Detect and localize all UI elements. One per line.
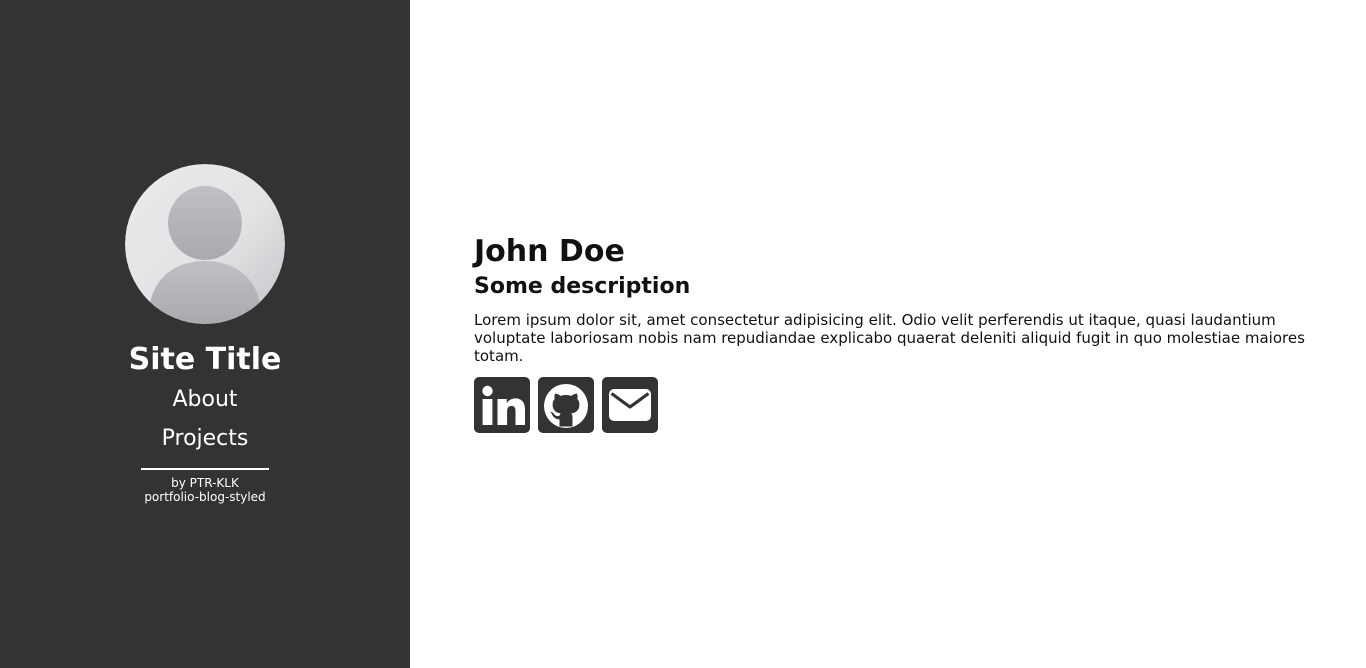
profile-description: Some description bbox=[474, 274, 691, 299]
github-link[interactable] bbox=[538, 377, 594, 433]
main-content: John Doe Some description Lorem ipsum do… bbox=[410, 0, 1366, 668]
credits-project[interactable]: portfolio-blog-styled bbox=[144, 490, 265, 504]
nav-link-projects[interactable]: Projects bbox=[162, 419, 249, 458]
sidebar: Site Title About Projects by PTR-KLK por… bbox=[0, 0, 410, 668]
social-links bbox=[474, 377, 1326, 433]
email-link[interactable] bbox=[602, 377, 658, 433]
page-layout: Site Title About Projects by PTR-KLK por… bbox=[0, 0, 1366, 668]
sidebar-divider bbox=[141, 468, 269, 470]
credits-author[interactable]: by PTR-KLK bbox=[144, 476, 265, 490]
nav-link-about[interactable]: About bbox=[172, 380, 237, 419]
linkedin-icon bbox=[482, 385, 525, 425]
site-title[interactable]: Site Title bbox=[129, 342, 282, 378]
credits: by PTR-KLK portfolio-blog-styled bbox=[144, 476, 265, 504]
linkedin-link[interactable] bbox=[474, 377, 530, 433]
profile-name: John Doe bbox=[474, 234, 625, 269]
envelope-icon bbox=[609, 389, 651, 421]
sidebar-nav: About Projects bbox=[162, 380, 249, 458]
avatar bbox=[125, 164, 285, 324]
github-icon bbox=[544, 384, 588, 428]
profile-bio: Lorem ipsum dolor sit, amet consectetur … bbox=[474, 311, 1305, 365]
